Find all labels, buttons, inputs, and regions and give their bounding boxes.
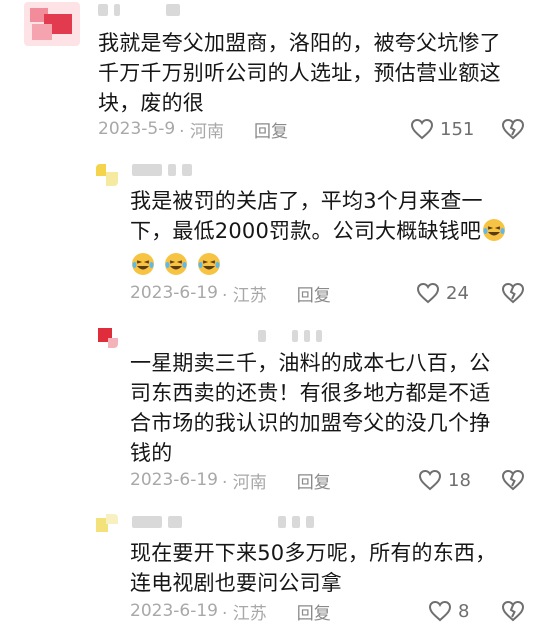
comment-date: 2023-5-9: [98, 119, 176, 139]
comment-date: 2023-6-19: [130, 283, 218, 303]
comment-meta: 2023-6-19 · 江苏 回复: [130, 280, 331, 306]
dislike-heart-icon: [501, 118, 525, 140]
laughing-crying-emoji: [164, 253, 187, 275]
comment-location: · 河南: [221, 472, 267, 493]
emoji-row: [130, 250, 530, 278]
comment-text: 我是被罚的关店了，平均3个月来查一 下，最低2000罚款。公司大概缺钱吧: [130, 186, 530, 278]
reply-button[interactable]: 回复: [297, 281, 331, 306]
avatar[interactable]: [96, 164, 118, 186]
comment-text: 我就是夸父加盟商，洛阳的，被夸父坑惨了 千万千万别听公司的人选址，预估营业额这 …: [98, 28, 528, 118]
like-button[interactable]: 8: [428, 598, 469, 624]
comment-meta: 2023-6-19 · 江苏 回复: [130, 598, 331, 624]
like-count: 24: [446, 282, 469, 304]
comment-date: 2023-6-19: [130, 601, 218, 621]
comment-line-with-emoji: 下，最低2000罚款。公司大概缺钱吧: [130, 216, 530, 246]
dislike-button[interactable]: [500, 116, 526, 142]
laughing-crying-emoji: [197, 253, 220, 275]
comment-line: 我就是夸父加盟商，洛阳的，被夸父坑惨了: [98, 31, 501, 55]
comment-1: 我就是夸父加盟商，洛阳的，被夸父坑惨了 千万千万别听公司的人选址，预估营业额这 …: [0, 0, 550, 142]
avatar[interactable]: [96, 326, 118, 348]
comment-line: 我是被罚的关店了，平均3个月来查一: [130, 189, 483, 213]
dislike-heart-icon: [501, 600, 525, 622]
username-blurred[interactable]: [98, 4, 180, 16]
heart-outline-icon: [410, 118, 434, 140]
like-button[interactable]: 18: [418, 467, 471, 493]
avatar[interactable]: [24, 2, 80, 46]
username-blurred[interactable]: [258, 330, 322, 342]
comment-location: · 江苏: [221, 285, 267, 306]
dislike-button[interactable]: [500, 598, 526, 624]
dislike-heart-icon: [501, 469, 525, 491]
comment-date: 2023-6-19: [130, 470, 218, 490]
comment-meta: 2023-6-19 · 河南 回复: [130, 467, 331, 493]
comment-line: 一星期卖三千，油料的成本七八百，公: [130, 351, 491, 375]
like-count: 151: [440, 118, 475, 140]
reply-button[interactable]: 回复: [297, 599, 331, 624]
heart-outline-icon: [416, 282, 440, 304]
heart-outline-icon: [428, 600, 452, 622]
avatar[interactable]: [96, 514, 118, 536]
heart-outline-icon: [418, 469, 442, 491]
username-blurred[interactable]: [132, 516, 314, 528]
laughing-crying-emoji: [132, 253, 154, 275]
like-count: 8: [458, 600, 470, 622]
comment-line: 块，废的很: [98, 91, 204, 115]
comment-location: · 河南: [179, 121, 224, 142]
comment-location: · 江苏: [221, 603, 267, 624]
comment-line: 合市场的我认识的加盟夸父的没几个挣: [130, 411, 491, 435]
username-blurred[interactable]: [132, 164, 192, 176]
like-button[interactable]: 151: [410, 116, 474, 142]
dislike-button[interactable]: [500, 467, 526, 493]
comment-text: 一星期卖三千，油料的成本七八百，公 司东西卖的还贵！有很多地方都是不适 合市场的…: [130, 348, 530, 468]
like-button[interactable]: 24: [416, 280, 469, 306]
comment-line: 连电视剧也要问公司拿: [130, 571, 342, 595]
comment-4: 现在要开下来50多万呢，所有的东西， 连电视剧也要问公司拿 2023-6-19 …: [0, 506, 550, 628]
comment-line: 司东西卖的还贵！有很多地方都是不适: [130, 381, 491, 405]
laughing-crying-emoji: [483, 219, 506, 241]
like-count: 18: [448, 469, 471, 491]
comment-2: 我是被罚的关店了，平均3个月来查一 下，最低2000罚款。公司大概缺钱吧 202…: [0, 150, 550, 310]
comment-3: 一星期卖三千，油料的成本七八百，公 司东西卖的还贵！有很多地方都是不适 合市场的…: [0, 320, 550, 500]
dislike-heart-icon: [501, 282, 525, 304]
comment-meta: 2023-5-9 · 河南 回复: [98, 116, 288, 142]
comment-line: 钱的: [130, 441, 173, 465]
reply-button[interactable]: 回复: [254, 117, 288, 142]
dislike-button[interactable]: [500, 280, 526, 306]
reply-button[interactable]: 回复: [297, 468, 331, 493]
comment-text: 现在要开下来50多万呢，所有的东西， 连电视剧也要问公司拿: [130, 538, 530, 598]
comment-line: 现在要开下来50多万呢，所有的东西，: [130, 541, 497, 565]
comment-line: 千万千万别听公司的人选址，预估营业额这: [98, 61, 501, 85]
comment-line: 下，最低2000罚款。公司大概缺钱吧: [130, 219, 482, 243]
